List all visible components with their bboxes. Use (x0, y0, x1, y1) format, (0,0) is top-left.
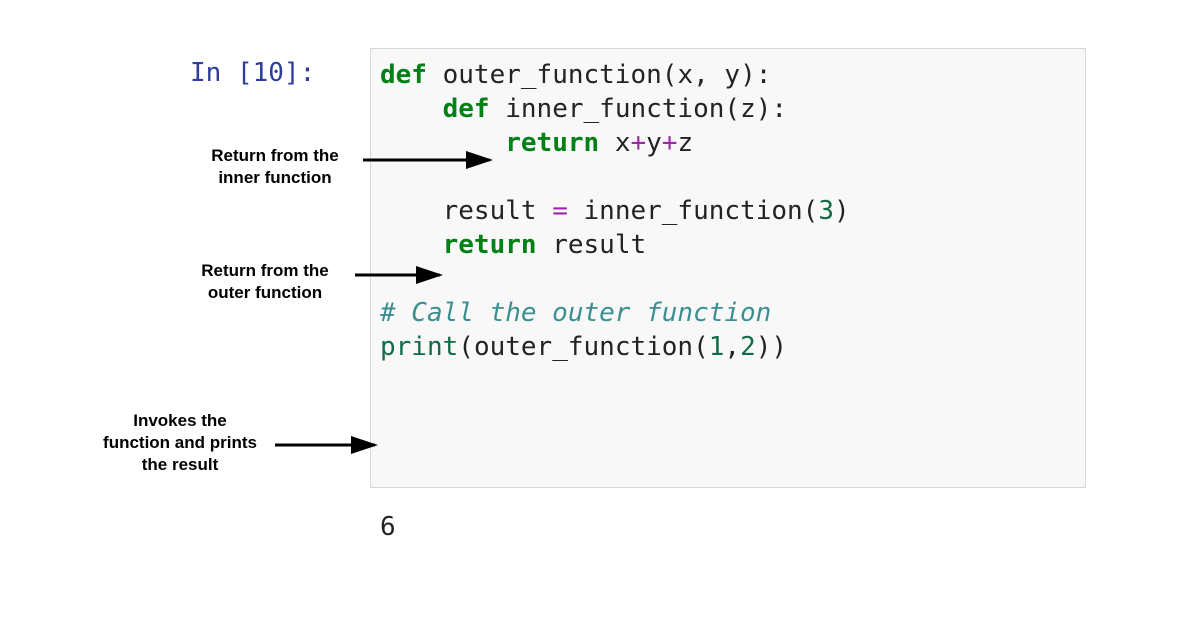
comment: # Call the outer function (380, 298, 771, 328)
paren: ) (771, 332, 787, 362)
call: outer_function (474, 332, 693, 362)
indent (380, 94, 443, 124)
comma: , (724, 332, 740, 362)
input-prompt: In [10]: (190, 58, 331, 88)
annotation-outer-return: Return from theouter function (180, 260, 350, 304)
annotation-invoke: Invokes thefunction and printsthe result (90, 410, 270, 476)
indent (380, 230, 443, 260)
num: 2 (740, 332, 756, 362)
indent (380, 128, 505, 158)
kw-def: def (380, 60, 443, 90)
num: 1 (709, 332, 725, 362)
paren: ( (693, 332, 709, 362)
var: x (615, 128, 631, 158)
call: inner_function (584, 196, 803, 226)
annotation-inner-return: Return from theinner function (190, 145, 360, 189)
paren: ( (458, 332, 474, 362)
kw-return: return (443, 230, 553, 260)
op-eq: = (552, 196, 568, 226)
var: result (552, 230, 646, 260)
args: x, y (677, 60, 740, 90)
paren: ) (834, 196, 850, 226)
args: z (740, 94, 756, 124)
func-name: outer_function (443, 60, 662, 90)
indent (380, 196, 443, 226)
paren: ( (662, 60, 678, 90)
builtin-print: print (380, 332, 458, 362)
var: result (443, 196, 553, 226)
paren: ): (756, 94, 787, 124)
paren: ( (803, 196, 819, 226)
stage: In [10]: def outer_function(x, y): def i… (0, 0, 1200, 630)
num: 3 (818, 196, 834, 226)
var: y (646, 128, 662, 158)
op-plus: + (662, 128, 678, 158)
paren: ): (740, 60, 771, 90)
var: z (677, 128, 693, 158)
op-plus: + (630, 128, 646, 158)
space (568, 196, 584, 226)
cell-output: 6 (380, 512, 396, 542)
code-content: def outer_function(x, y): def inner_func… (380, 58, 850, 364)
func-name: inner_function (505, 94, 724, 124)
kw-def: def (443, 94, 506, 124)
paren: ) (756, 332, 772, 362)
kw-return: return (505, 128, 615, 158)
paren: ( (724, 94, 740, 124)
